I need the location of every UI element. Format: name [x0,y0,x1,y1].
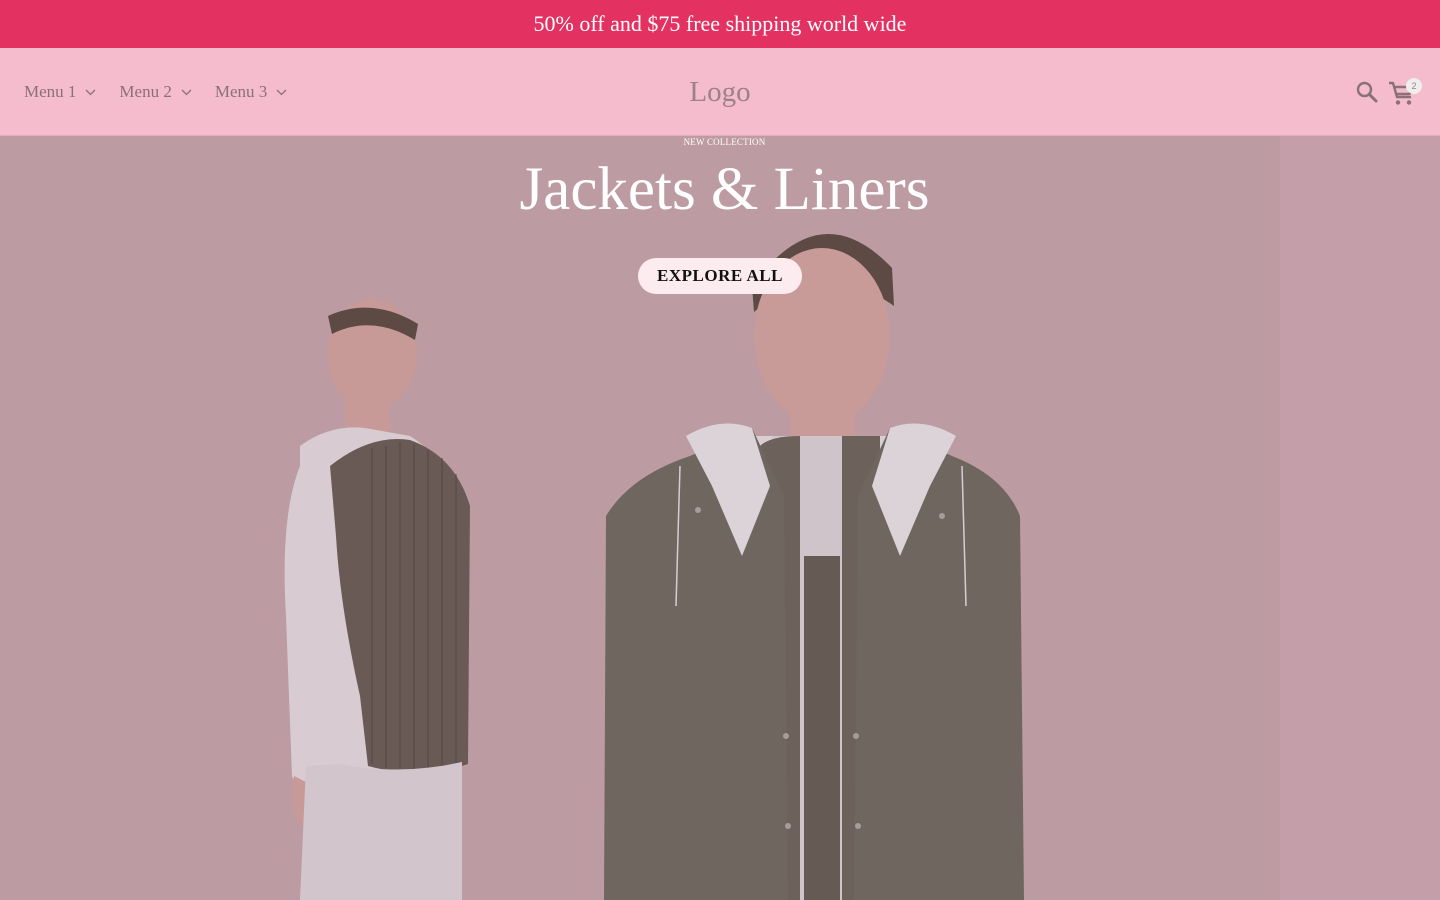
search-icon[interactable] [1354,79,1380,105]
chevron-down-icon [181,89,192,95]
hero-image: NEW COLLECTION Jackets & Liners EXPLORE … [0,136,1280,900]
model-right [604,234,1024,900]
explore-all-button[interactable]: EXPLORE ALL [638,258,802,294]
cart-count-badge: 2 [1406,78,1422,94]
chevron-down-icon [85,89,96,95]
hero-headline: Jackets & Liners [519,156,930,223]
hero-side-panel [1280,136,1440,900]
main-nav: Menu 1 Menu 2 Menu 3 [24,48,310,136]
hero-models-illustration [284,234,1024,900]
nav-menu-3-label: Menu 3 [214,82,268,101]
nav-menu-1[interactable]: Menu 1 [24,82,96,102]
announcement-bar: 50% off and $75 free shipping world wide [0,0,1440,48]
nav-menu-2[interactable]: Menu 2 [119,82,192,102]
site-logo[interactable]: Logo [689,76,750,109]
model-left [284,299,470,900]
announcement-text: 50% off and $75 free shipping world wide [533,11,907,36]
nav-menu-2-label: Menu 2 [119,82,172,101]
site-header: Menu 1 Menu 2 Menu 3 Logo 2 [0,48,1440,136]
nav-menu-3[interactable]: Menu 3 [215,82,287,102]
hero-eyebrow: NEW COLLECTION [683,137,766,147]
hero-banner: NEW COLLECTION Jackets & Liners EXPLORE … [0,136,1440,900]
chevron-down-icon [276,89,287,95]
nav-menu-1-label: Menu 1 [24,82,77,101]
